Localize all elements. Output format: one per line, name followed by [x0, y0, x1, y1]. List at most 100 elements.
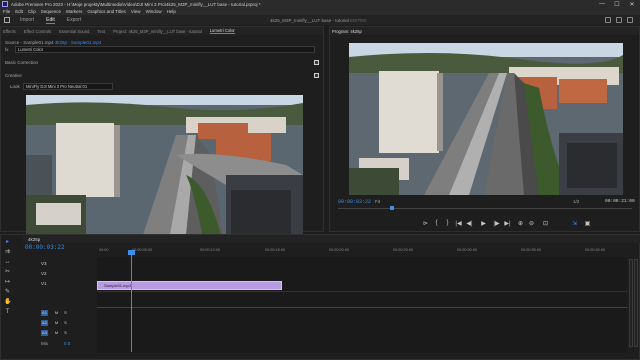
mode-import[interactable]: Import: [20, 17, 34, 23]
tab-effects[interactable]: Effects: [3, 29, 16, 34]
video-audio-divider: [97, 307, 627, 308]
lumetri-panel: Effects Effect Controls Essential Sound …: [0, 26, 324, 256]
program-scrubber[interactable]: [338, 208, 632, 209]
track-label[interactable]: V3: [41, 261, 47, 266]
close-button[interactable]: ✕: [625, 0, 639, 8]
ruler-label: 00:00:15:00: [265, 248, 286, 252]
look-label: Look: [10, 84, 20, 89]
track-label[interactable]: A1: [41, 310, 48, 316]
tab-lumetri-color[interactable]: Lumetri Color: [209, 28, 235, 34]
source-panel-tabs: Effects Effect Controls Essential Sound …: [1, 27, 323, 35]
menu-graphics[interactable]: Graphics and Titles: [87, 9, 126, 14]
time-ruler[interactable]: 00:00 00:00:05:00 00:00:10:00 00:00:15:0…: [97, 245, 627, 255]
look-dropdown[interactable]: MiniFly DJI Mini 3 Pro Neutral 01: [23, 83, 113, 90]
track-label[interactable]: A2: [41, 320, 48, 326]
menu-markers[interactable]: Markers: [66, 9, 82, 14]
mute-button[interactable]: M: [53, 310, 60, 316]
minimize-button[interactable]: —: [595, 0, 609, 8]
basic-correction-checkbox[interactable]: [314, 60, 319, 65]
home-icon[interactable]: [4, 17, 10, 23]
track-label[interactable]: V1: [41, 281, 47, 286]
ripple-edit-tool-icon[interactable]: ↔: [4, 259, 11, 266]
go-to-out-button[interactable]: ▶|: [504, 220, 511, 227]
program-duration: 00:00:21:00: [605, 199, 635, 204]
step-back-button[interactable]: ◀|: [466, 220, 473, 227]
breadcrumb-source[interactable]: Source - Sample01.mp4: [5, 40, 54, 45]
track-label[interactable]: V2: [41, 271, 47, 276]
hand-tool-icon[interactable]: ✋: [4, 299, 11, 306]
mute-button[interactable]: M: [53, 320, 60, 326]
extract-button[interactable]: ⊖: [528, 220, 535, 227]
ruler-label: 00:00:10:00: [200, 248, 221, 252]
breadcrumb: Source - Sample01.mp4 4k25p - Sample01.m…: [5, 40, 101, 45]
ruler-label: 00:00: [99, 248, 109, 252]
track-divider: [97, 291, 627, 292]
mix-label: Mix: [41, 341, 48, 346]
menu-edit[interactable]: Edit: [15, 9, 23, 14]
go-to-in-button[interactable]: |◀: [455, 220, 462, 227]
mute-button[interactable]: M: [53, 330, 60, 336]
menu-help[interactable]: Help: [167, 9, 176, 14]
creative-checkbox[interactable]: [314, 73, 319, 78]
mode-export[interactable]: Export: [67, 17, 81, 23]
ruler-label: 00:00:20:00: [329, 248, 350, 252]
tab-project[interactable]: Project: 4k25_M3P_minifly__LUT base - tu…: [113, 29, 202, 34]
solo-button[interactable]: S: [62, 330, 69, 336]
look-preview-image: [26, 95, 303, 256]
fullscreen-icon[interactable]: [627, 17, 633, 23]
menu-clip[interactable]: Clip: [28, 9, 36, 14]
program-frame-image: [349, 43, 623, 195]
program-title[interactable]: Program: 4k25p: [332, 29, 362, 34]
menu-sequence[interactable]: Sequence: [41, 9, 61, 14]
basic-correction-section[interactable]: Basic Correction: [5, 60, 38, 65]
track-area[interactable]: Sample01.mp4: [97, 257, 627, 353]
lift-button[interactable]: ⊕: [517, 220, 524, 227]
effect-name-field[interactable]: Lumetri Color: [15, 46, 315, 53]
menu-file[interactable]: File: [3, 9, 10, 14]
video-clip[interactable]: Sample01.mp4: [97, 281, 282, 290]
program-timecode[interactable]: 00:00:03:22: [338, 199, 371, 205]
workspaces-icon[interactable]: [605, 17, 611, 23]
step-forward-button[interactable]: |▶: [493, 220, 500, 227]
timeline-timecode[interactable]: 00:00:03:22: [25, 244, 65, 251]
add-marker-button[interactable]: ⊳: [422, 220, 429, 227]
track-select-tool-icon[interactable]: ⇉: [4, 249, 11, 256]
tab-essential-sound[interactable]: Essential Sound: [59, 29, 89, 34]
play-icon[interactable]: ▶: [480, 220, 487, 227]
button-editor[interactable]: ▣: [584, 220, 591, 227]
solo-button[interactable]: S: [62, 320, 69, 326]
scissors-icon[interactable]: ✂: [4, 269, 11, 276]
type-tool-icon[interactable]: T: [4, 309, 11, 316]
playhead-handle[interactable]: [128, 250, 135, 255]
track-label[interactable]: A3: [41, 330, 48, 336]
track-headers: V3 V2 V1 A1 M S A2 M S A3 M S Mix 0.0: [29, 259, 97, 351]
tab-effect-controls[interactable]: Effect Controls: [24, 29, 51, 34]
maximize-button[interactable]: ☐: [610, 0, 624, 8]
fit-dropdown[interactable]: Fit: [375, 199, 380, 204]
slip-tool-icon[interactable]: ↦: [4, 279, 11, 286]
mix-value[interactable]: 0.0: [64, 341, 70, 346]
tab-text[interactable]: Text: [97, 29, 105, 34]
program-playhead[interactable]: [390, 206, 394, 210]
pen-tool-icon[interactable]: ✎: [4, 289, 11, 296]
timeline-playhead[interactable]: [131, 252, 132, 352]
selection-tool-icon[interactable]: ▸: [4, 239, 11, 246]
solo-button[interactable]: S: [62, 310, 69, 316]
drone-city-image: [26, 95, 303, 256]
mark-in-button[interactable]: {: [433, 220, 440, 226]
export-frame-button[interactable]: ⊡: [542, 220, 549, 227]
breadcrumb-sequence[interactable]: 4k25p - Sample01.mp4: [55, 40, 102, 45]
resolution-dropdown[interactable]: 1/2: [573, 199, 579, 204]
mark-out-button[interactable]: }: [444, 220, 451, 226]
clip-name: Sample01.mp4: [104, 283, 131, 288]
timeline-tabs: 4k25p: [23, 235, 640, 243]
audio-meter-right: [634, 259, 638, 347]
ruler-label: 00:00:05:00: [132, 248, 153, 252]
menu-view[interactable]: View: [131, 9, 141, 14]
creative-section[interactable]: Creative: [5, 73, 22, 78]
quick-export-icon[interactable]: [616, 17, 622, 23]
menu-window[interactable]: Window: [146, 9, 162, 14]
comparison-view-button[interactable]: ⇲: [571, 220, 578, 227]
tab-sequence[interactable]: 4k25p: [28, 237, 40, 242]
mode-edit[interactable]: Edit: [46, 17, 55, 24]
